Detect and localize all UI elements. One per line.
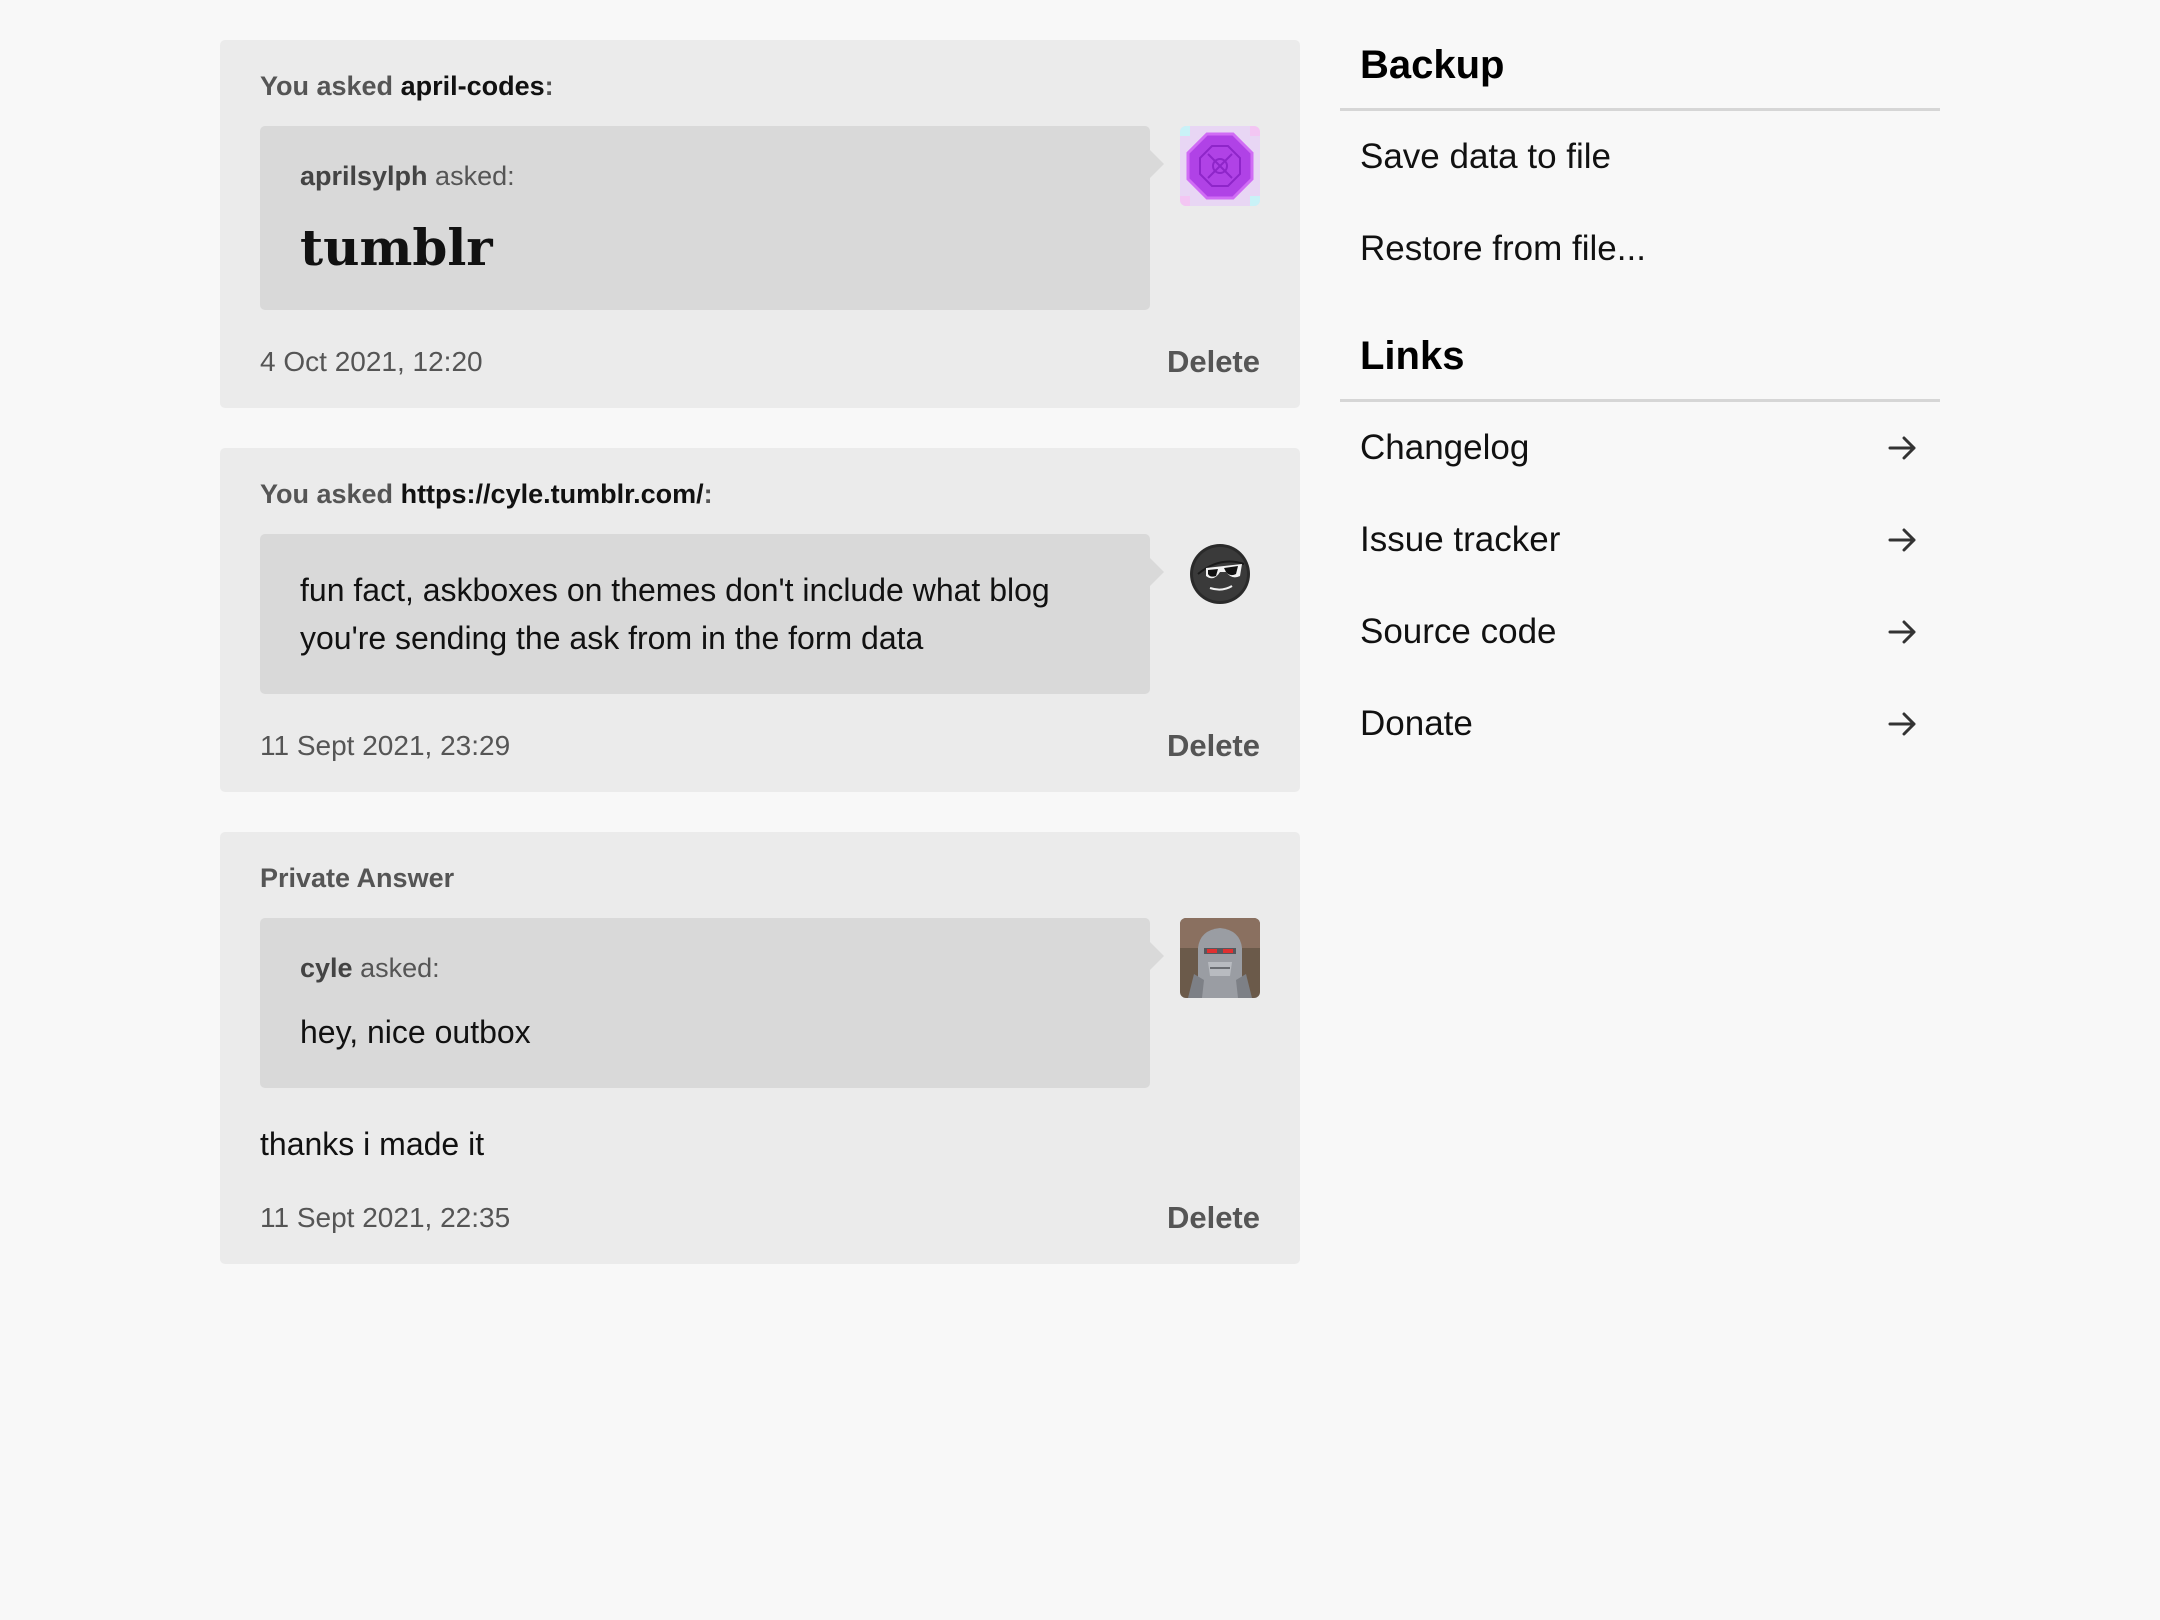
post-header-prefix: You asked xyxy=(260,71,394,101)
sidebar-item-label: Restore from file... xyxy=(1360,229,1646,268)
ask-bubble: cyle asked: hey, nice outbox xyxy=(260,918,1164,1088)
answer-text: thanks i made it xyxy=(260,1126,485,1162)
post-card: Private Answer cyle asked: hey, nice out… xyxy=(220,832,1300,1264)
asker-line: cyle asked: xyxy=(300,950,1110,986)
donate-link[interactable]: Donate xyxy=(1340,678,1940,770)
arrow-right-icon xyxy=(1886,431,1920,465)
ask-text: fun fact, askboxes on themes don't inclu… xyxy=(300,572,1050,656)
post-header-suffix: : xyxy=(544,71,554,101)
sidebar-item-label: Source code xyxy=(1360,612,1557,651)
post-header-prefix: You asked xyxy=(260,479,394,509)
purple-octagon-avatar-icon[interactable] xyxy=(1180,126,1260,206)
ask-bubble: aprilsylph asked: tumblr xyxy=(260,126,1164,310)
source-code-link[interactable]: Source code xyxy=(1340,586,1940,678)
asker-name[interactable]: cyle xyxy=(300,953,353,983)
backup-heading: Backup xyxy=(1340,40,1940,111)
save-data-button[interactable]: Save data to file xyxy=(1340,111,1940,203)
post-footer: 11 Sept 2021, 22:35 Delete xyxy=(260,1200,1260,1236)
ask-text: tumblr xyxy=(300,218,493,277)
asked-label: asked: xyxy=(427,161,515,191)
sidebar-item-label: Changelog xyxy=(1360,428,1530,467)
post-header-target[interactable]: april-codes xyxy=(401,71,545,101)
sunglasses-face-avatar-icon[interactable] xyxy=(1180,534,1260,614)
delete-button[interactable]: Delete xyxy=(1167,1200,1260,1236)
delete-button[interactable]: Delete xyxy=(1167,728,1260,764)
backup-section: Backup Save data to file Restore from fi… xyxy=(1340,40,1940,295)
delete-button[interactable]: Delete xyxy=(1167,344,1260,380)
post-header-target[interactable]: https://cyle.tumblr.com/ xyxy=(401,479,704,509)
ask-bubble: fun fact, askboxes on themes don't inclu… xyxy=(260,534,1164,694)
links-heading: Links xyxy=(1340,331,1940,402)
restore-file-button[interactable]: Restore from file... xyxy=(1340,203,1940,295)
robot-avatar-icon[interactable] xyxy=(1180,918,1260,998)
post-header: Private Answer xyxy=(260,863,455,893)
arrow-right-icon xyxy=(1886,707,1920,741)
post-header: You asked april-codes: xyxy=(260,68,1260,104)
sidebar-item-label: Donate xyxy=(1360,704,1473,743)
post-timestamp: 11 Sept 2021, 22:35 xyxy=(260,1202,511,1233)
asker-line: aprilsylph asked: xyxy=(300,158,1110,194)
sidebar: Backup Save data to file Restore from fi… xyxy=(1340,40,1940,770)
post-header-suffix: : xyxy=(703,479,713,509)
post-timestamp: 4 Oct 2021, 12:20 xyxy=(260,346,483,377)
post-footer: 4 Oct 2021, 12:20 Delete xyxy=(260,344,1260,380)
arrow-right-icon xyxy=(1886,615,1920,649)
arrow-right-icon xyxy=(1886,523,1920,557)
post-timestamp: 11 Sept 2021, 23:29 xyxy=(260,730,511,761)
post-header: You asked https://cyle.tumblr.com/: xyxy=(260,476,1260,512)
post-list: You asked april-codes: aprilsylph asked:… xyxy=(220,40,1300,1304)
asked-label: asked: xyxy=(352,953,440,983)
changelog-link[interactable]: Changelog xyxy=(1340,402,1940,494)
ask-row: cyle asked: hey, nice outbox xyxy=(260,918,1260,1088)
outbox-page: You asked april-codes: aprilsylph asked:… xyxy=(0,0,2160,1620)
sidebar-item-label: Save data to file xyxy=(1360,137,1611,176)
post-card: You asked https://cyle.tumblr.com/: fun … xyxy=(220,448,1300,792)
post-footer: 11 Sept 2021, 23:29 Delete xyxy=(260,728,1260,764)
post-card: You asked april-codes: aprilsylph asked:… xyxy=(220,40,1300,408)
asker-name[interactable]: aprilsylph xyxy=(300,161,428,191)
ask-text: hey, nice outbox xyxy=(300,1014,531,1050)
links-section: Links Changelog Issue tracker Source cod… xyxy=(1340,331,1940,770)
issue-tracker-link[interactable]: Issue tracker xyxy=(1340,494,1940,586)
sidebar-item-label: Issue tracker xyxy=(1360,520,1561,559)
ask-row: aprilsylph asked: tumblr xyxy=(260,126,1260,310)
ask-row: fun fact, askboxes on themes don't inclu… xyxy=(260,534,1260,694)
